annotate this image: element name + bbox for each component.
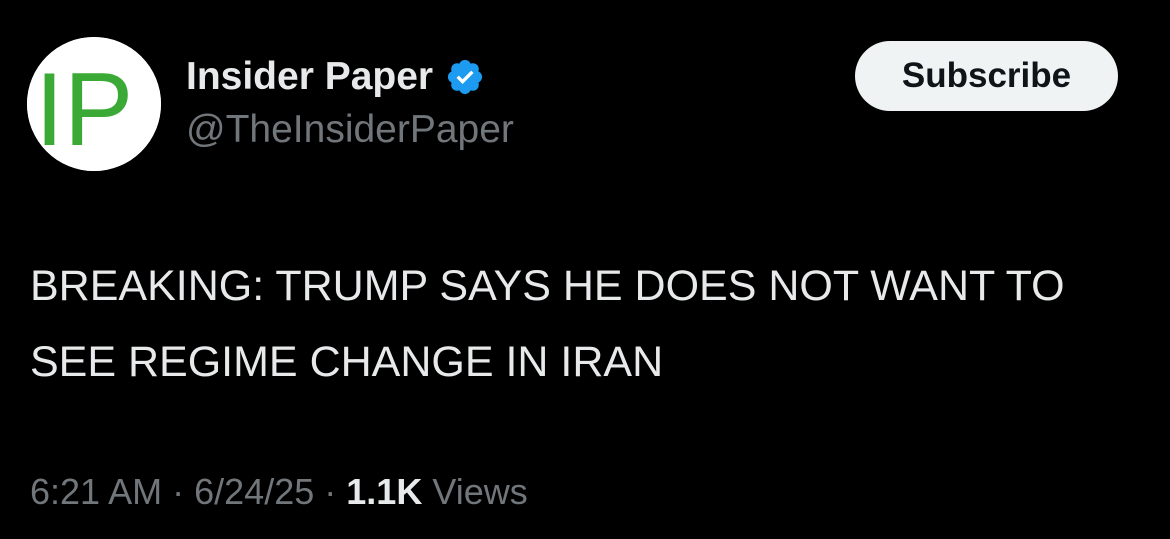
tweet-date[interactable]: 6/24/25 xyxy=(194,471,314,512)
views-count: 1.1K xyxy=(346,471,423,512)
meta-separator: · xyxy=(324,471,337,512)
subscribe-button[interactable]: Subscribe xyxy=(855,41,1118,111)
tweet-meta: 6:21 AM · 6/24/25 · 1.1K Views xyxy=(30,466,528,518)
avatar[interactable]: IP xyxy=(27,37,161,171)
svg-text:IP: IP xyxy=(35,52,133,168)
verified-badge-icon xyxy=(448,59,483,95)
meta-separator: · xyxy=(172,471,185,512)
account-handle[interactable]: @TheInsiderPaper xyxy=(186,105,514,155)
insider-paper-logo: IP xyxy=(27,37,161,171)
tweet-text: BREAKING: TRUMP SAYS HE DOES NOT WANT TO… xyxy=(30,262,1065,386)
views-label: Views xyxy=(432,471,528,512)
tweet-time[interactable]: 6:21 AM xyxy=(30,471,162,512)
display-name[interactable]: Insider Paper xyxy=(186,51,433,103)
name-row: Insider Paper xyxy=(186,51,485,103)
